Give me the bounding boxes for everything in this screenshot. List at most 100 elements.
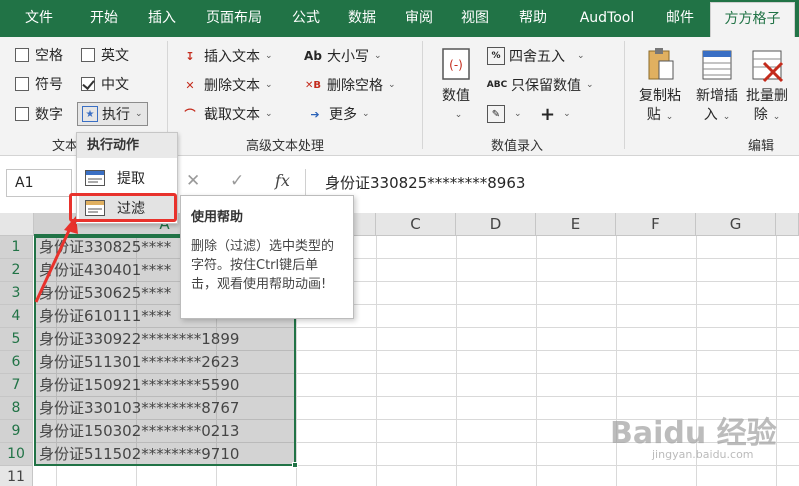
- row-header[interactable]: 10: [0, 443, 33, 466]
- tab-data[interactable]: 数据: [335, 0, 389, 37]
- tab-insert[interactable]: 插入: [133, 0, 191, 37]
- edit-pen-icon: ✎: [487, 105, 505, 123]
- plus-button[interactable]: + ⌄: [540, 103, 571, 125]
- row-header[interactable]: 7: [0, 374, 33, 397]
- row-header[interactable]: 8: [0, 397, 33, 420]
- row-header[interactable]: 9: [0, 420, 33, 443]
- checkbox-number[interactable]: 数字: [15, 103, 63, 125]
- batch-delete-button[interactable]: 批量删 除 ⌄: [740, 45, 794, 127]
- delete-text-button[interactable]: ✕ 删除文本 ⌄: [180, 74, 273, 96]
- column-header-h[interactable]: [776, 213, 799, 236]
- chevron-down-icon: ⌄: [265, 51, 273, 61]
- formula-input[interactable]: 身份证330825********8963: [325, 169, 525, 197]
- checkbox-label: 英文: [101, 48, 129, 64]
- row-header[interactable]: 6: [0, 351, 33, 374]
- watermark-logo: Baidu 经验: [610, 416, 777, 451]
- column-header-g[interactable]: G: [696, 213, 776, 236]
- keep-numbers-button[interactable]: ABC 只保留数值 ⌄: [487, 74, 594, 96]
- tab-home[interactable]: 开始: [75, 0, 133, 37]
- extract-text-icon: ⌒: [184, 108, 196, 121]
- chevron-down-icon: ⌄: [265, 80, 273, 90]
- button-label: 四舍五入: [509, 49, 565, 65]
- svg-text:(-): (-): [449, 58, 463, 72]
- watermark-url: jingyan.baidu.com: [652, 448, 754, 461]
- tab-fangfang[interactable]: 方方格子: [710, 2, 795, 37]
- menu-item-label: 提取: [117, 171, 145, 187]
- button-label: 截取文本: [204, 107, 260, 123]
- insert-text-button[interactable]: ↧ 插入文本 ⌄: [180, 45, 273, 67]
- chevron-down-icon: ⌄: [577, 51, 585, 61]
- tab-mail[interactable]: 邮件: [654, 0, 706, 37]
- tooltip-body: 删除（过滤）选中类型的字符。按住Ctrl键后单击，观看使用帮助动画!: [191, 239, 335, 292]
- chevron-down-icon: ⌄: [362, 109, 370, 119]
- tab-help[interactable]: 帮助: [505, 0, 561, 37]
- confirm-icon[interactable]: ✓: [230, 171, 244, 191]
- keep-numbers-icon: ABC: [486, 80, 508, 90]
- checkbox-icon: [15, 107, 29, 121]
- plus-icon: +: [540, 103, 556, 125]
- more-button[interactable]: ➔ 更多 ⌄: [305, 103, 370, 125]
- ribbon-tab-bar: 文件 开始 插入 页面布局 公式 数据 审阅 视图 帮助 AudTool 邮件 …: [0, 0, 799, 37]
- name-box[interactable]: A1: [6, 169, 72, 197]
- button-label: 入: [703, 107, 718, 123]
- extract-icon: [85, 170, 105, 186]
- button-label: 删除空格: [327, 78, 383, 94]
- case-ab-icon: Ab: [304, 49, 322, 63]
- delete-spaces-button[interactable]: ✕B 删除空格 ⌄: [303, 74, 396, 96]
- group-label-edit: 编辑: [748, 139, 775, 154]
- tab-page-layout[interactable]: 页面布局: [192, 0, 276, 37]
- annotation-arrow: [34, 216, 78, 303]
- function-icon[interactable]: fx: [275, 171, 290, 190]
- round-icon: %: [487, 47, 505, 65]
- column-header-c[interactable]: C: [376, 213, 456, 236]
- clipboard-icon: [643, 45, 677, 83]
- row-header[interactable]: 5: [0, 328, 33, 351]
- round-button[interactable]: % 四舍五入 ⌄: [487, 45, 585, 67]
- checkbox-english[interactable]: 英文: [81, 44, 129, 66]
- extract-text-button[interactable]: ⌒ 截取文本 ⌄: [180, 103, 273, 125]
- execute-button[interactable]: ★ 执行 ⌄: [77, 102, 148, 126]
- group-label-advanced-text: 高级文本处理: [246, 139, 325, 154]
- case-button[interactable]: Ab 大小写 ⌄: [303, 45, 382, 67]
- checkbox-label: 空格: [35, 48, 63, 64]
- tab-view[interactable]: 视图: [447, 0, 503, 37]
- column-header-d[interactable]: D: [456, 213, 536, 236]
- tab-formulas[interactable]: 公式: [281, 0, 331, 37]
- tab-audtool[interactable]: AudTool: [568, 0, 646, 37]
- cancel-icon[interactable]: ✕: [186, 171, 200, 191]
- help-tooltip: 使用帮助 删除（过滤）选中类型的字符。按住Ctrl键后单击，观看使用帮助动画!: [180, 195, 354, 319]
- button-label: 新增插: [696, 88, 738, 104]
- chevron-down-icon: ⌄: [586, 80, 594, 90]
- chevron-down-icon: ⌄: [374, 51, 382, 61]
- tooltip-title: 使用帮助: [191, 210, 244, 225]
- button-label: 插入文本: [204, 49, 260, 65]
- tab-review[interactable]: 审阅: [392, 0, 446, 37]
- insert-rows-icon: [700, 45, 734, 83]
- insert-text-icon: ↧: [185, 49, 195, 63]
- checkbox-symbol[interactable]: 符号: [15, 73, 63, 95]
- chevron-down-icon: ⌄: [265, 109, 273, 119]
- add-insert-button[interactable]: 新增插 入 ⌄: [690, 45, 744, 127]
- fill-handle[interactable]: [292, 462, 298, 468]
- number-icon: (-): [439, 45, 473, 83]
- delete-text-icon: ✕: [185, 78, 195, 92]
- number-button[interactable]: (-) 数值 ⌄: [434, 45, 478, 125]
- group-separator: [422, 41, 423, 149]
- button-label: 只保留数值: [511, 78, 581, 94]
- checkbox-space[interactable]: 空格: [15, 44, 63, 66]
- checkbox-chinese[interactable]: 中文: [81, 73, 129, 95]
- button-label: 删除文本: [204, 78, 260, 94]
- checkbox-label: 数字: [35, 107, 63, 123]
- button-label: 更多: [329, 107, 357, 123]
- more-arrow-icon: ➔: [310, 107, 320, 121]
- group-label-text: 文本: [52, 139, 79, 154]
- star-icon: ★: [82, 106, 98, 122]
- tab-file[interactable]: 文件: [10, 0, 68, 37]
- copy-paste-button[interactable]: 复制粘 贴 ⌄: [633, 45, 687, 127]
- group-separator: [624, 41, 625, 149]
- menu-item-extract[interactable]: 提取: [79, 164, 175, 192]
- edit-number-button[interactable]: ✎ ⌄: [487, 103, 522, 125]
- column-header-e[interactable]: E: [536, 213, 616, 236]
- row-header[interactable]: 11: [0, 466, 33, 486]
- column-header-f[interactable]: F: [616, 213, 696, 236]
